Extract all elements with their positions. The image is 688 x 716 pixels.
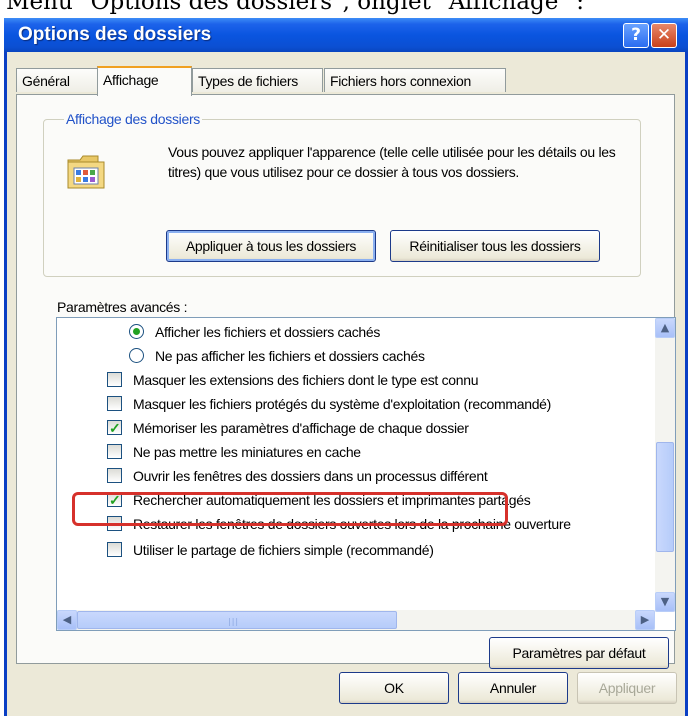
list-item-label: Utiliser le partage de fichiers simple (… bbox=[133, 542, 434, 558]
restore-defaults-button[interactable]: Paramètres par défaut bbox=[489, 637, 669, 669]
reset-all-folders-button[interactable]: Réinitialiser tous les dossiers bbox=[390, 230, 600, 262]
radio-show-hidden[interactable] bbox=[129, 324, 144, 339]
scroll-up-icon[interactable]: ▲ bbox=[655, 318, 675, 338]
list-item-label: Mémoriser les paramètres d'affichage de … bbox=[133, 420, 469, 436]
title-bar[interactable]: Options des dossiers ? ✕ bbox=[4, 18, 688, 52]
folder-view-description: Vous pouvez appliquer l'apparence (telle… bbox=[168, 144, 616, 180]
folder-options-dialog: Options des dossiers ? ✕ Général Afficha… bbox=[4, 18, 688, 716]
list-item-label: Ne pas afficher les fichiers et dossiers… bbox=[155, 348, 425, 364]
folder-view-group: Affichage des dossiers Vous pouvez appli… bbox=[43, 111, 641, 277]
tab-panel: Affichage des dossiers Vous pouvez appli… bbox=[16, 94, 676, 669]
close-button[interactable]: ✕ bbox=[651, 23, 677, 48]
help-button[interactable]: ? bbox=[623, 23, 649, 48]
list-item-label: Masquer les extensions des fichiers dont… bbox=[133, 372, 479, 388]
cancel-button[interactable]: Annuler bbox=[458, 672, 568, 704]
folder-view-legend: Affichage des dossiers bbox=[64, 111, 203, 127]
radio-hide-hidden[interactable] bbox=[129, 348, 144, 363]
window-title: Options des dossiers bbox=[18, 24, 212, 45]
horizontal-scrollbar[interactable]: ◀ ||| ▶ bbox=[57, 610, 655, 630]
scroll-right-icon[interactable]: ▶ bbox=[635, 610, 655, 630]
vertical-scroll-thumb[interactable] bbox=[656, 442, 674, 552]
folder-view-icon bbox=[67, 155, 105, 189]
advanced-settings-label: Paramètres avancés : bbox=[57, 299, 188, 315]
tab-general[interactable]: Général bbox=[16, 68, 98, 92]
checkbox-simple-file-sharing[interactable] bbox=[107, 542, 122, 557]
ok-button[interactable]: OK bbox=[339, 672, 449, 704]
checkbox-no-thumbnail-cache[interactable] bbox=[107, 444, 122, 459]
checkbox-hide-protected-files[interactable] bbox=[107, 396, 122, 411]
highlight-frame bbox=[72, 492, 508, 526]
tab-fichiers-hors-connexion[interactable]: Fichiers hors connexion bbox=[324, 68, 506, 92]
tab-affichage[interactable]: Affichage bbox=[97, 66, 192, 96]
apply-button[interactable]: Appliquer bbox=[577, 672, 677, 704]
page-caption: Menu "Options des dossiers", onglet "Aff… bbox=[6, 0, 584, 15]
apply-to-all-folders-button[interactable]: Appliquer à tous les dossiers bbox=[166, 230, 376, 262]
checkbox-hide-extensions[interactable] bbox=[107, 372, 122, 387]
checkbox-separate-process[interactable] bbox=[107, 468, 122, 483]
list-item-label: Ouvrir les fenêtres des dossiers dans un… bbox=[133, 468, 488, 484]
list-item-label: Afficher les fichiers et dossiers cachés bbox=[155, 324, 381, 340]
list-item-label: Masquer les fichiers protégés du système… bbox=[133, 396, 552, 412]
list-item-label: Ne pas mettre les miniatures en cache bbox=[133, 444, 361, 460]
tab-types-de-fichiers[interactable]: Types de fichiers bbox=[192, 68, 323, 92]
scroll-down-icon[interactable]: ▼ bbox=[655, 592, 675, 612]
vertical-scrollbar[interactable]: ▲ ▼ bbox=[655, 318, 675, 612]
horizontal-scroll-thumb[interactable]: ||| bbox=[77, 611, 397, 629]
scroll-left-icon[interactable]: ◀ bbox=[57, 610, 77, 630]
advanced-settings-list[interactable]: Afficher les fichiers et dossiers cachés… bbox=[56, 317, 676, 631]
checkbox-remember-view-settings[interactable] bbox=[107, 416, 122, 440]
